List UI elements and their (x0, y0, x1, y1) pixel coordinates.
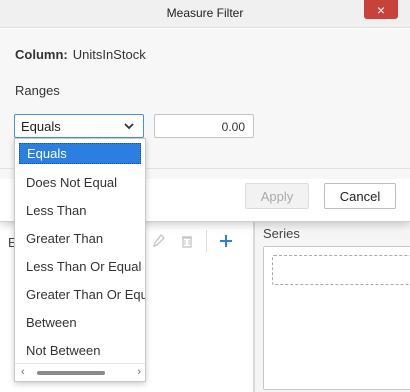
dropdown-option-greater-than[interactable]: Greater Than (15, 224, 145, 252)
toolbar-tools (150, 230, 235, 252)
dropdown-option-between[interactable]: Between (15, 308, 145, 336)
condition-select-value: Equals (21, 119, 61, 134)
toolbar-divider (206, 230, 207, 252)
dropdown-option-equals[interactable]: Equals (19, 143, 141, 164)
value-input[interactable]: 0.00 (154, 114, 254, 138)
series-label: Series (263, 226, 300, 241)
dropdown-option-does-not-equal[interactable]: Does Not Equal (15, 168, 145, 196)
scroll-left-icon[interactable]: ‹ (21, 366, 25, 378)
apply-button[interactable]: Apply (245, 183, 309, 209)
dialog-titlebar: Measure Filter × (0, 0, 410, 28)
delete-icon[interactable] (178, 230, 196, 252)
horizontal-scrollbar[interactable]: ‹ › (15, 363, 145, 381)
cancel-button[interactable]: Cancel (324, 183, 396, 209)
close-icon: × (376, 1, 386, 18)
scrollbar-thumb[interactable] (37, 371, 105, 375)
series-drop-target[interactable] (272, 255, 410, 285)
dialog-title: Measure Filter (166, 6, 244, 20)
close-button[interactable]: × (364, 0, 398, 19)
column-info: Column: UnitsInStock (15, 47, 146, 62)
scroll-right-icon[interactable]: › (137, 366, 141, 378)
edit-icon[interactable] (150, 230, 168, 252)
series-panel: Series (254, 222, 410, 392)
column-label: Column: (15, 47, 68, 62)
chevron-down-icon (123, 120, 135, 135)
series-dropzone[interactable] (263, 246, 410, 390)
condition-select[interactable]: Equals (14, 114, 144, 138)
dropdown-option-less-than-or-equal[interactable]: Less Than Or Equal To (15, 252, 145, 280)
dropdown-options: Equals Does Not Equal Less Than Greater … (15, 143, 145, 364)
column-value: UnitsInStock (72, 47, 146, 62)
dropdown-option-greater-than-or-equal[interactable]: Greater Than Or Equal To (15, 280, 145, 308)
dropdown-option-less-than[interactable]: Less Than (15, 196, 145, 224)
dropdown-option-not-between[interactable]: Not Between (15, 336, 145, 364)
ranges-label: Ranges (15, 83, 60, 98)
add-icon[interactable] (217, 230, 235, 252)
condition-dropdown-list: Equals Does Not Equal Less Than Greater … (14, 138, 146, 382)
